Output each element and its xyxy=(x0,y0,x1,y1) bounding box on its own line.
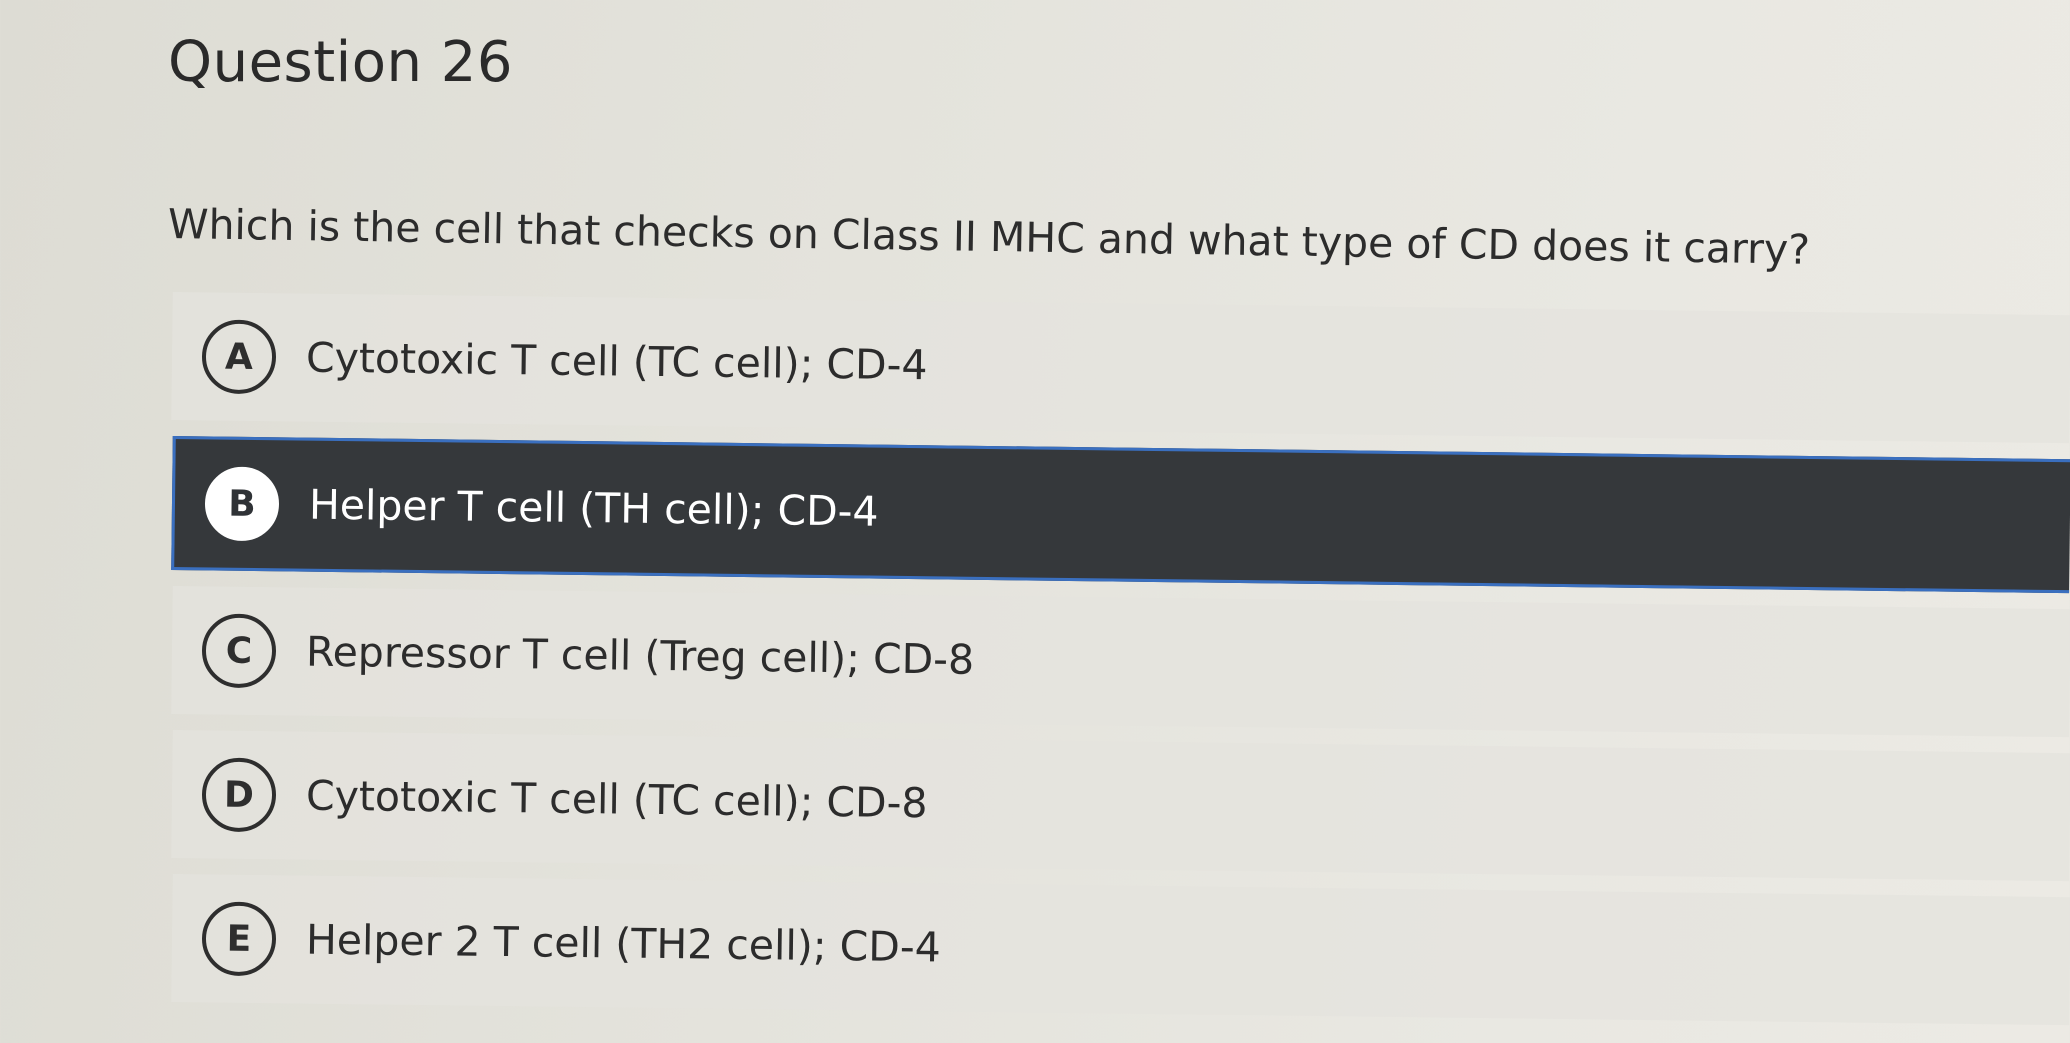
option-letter-badge: C xyxy=(201,613,277,689)
answer-option-c[interactable]: C Repressor T cell (Treg cell); CD-8 xyxy=(171,586,2070,738)
option-label: Cytotoxic T cell (TC cell); CD-4 xyxy=(305,333,928,390)
option-label: Repressor T cell (Treg cell); CD-8 xyxy=(305,627,975,684)
option-letter-badge: A xyxy=(201,319,277,395)
question-prompt: Which is the cell that checks on Class I… xyxy=(167,200,1811,274)
option-label: Helper T cell (TH cell); CD-4 xyxy=(308,480,879,536)
quiz-page: Question 26 Which is the cell that check… xyxy=(0,0,2070,1043)
answer-option-d[interactable]: D Cytotoxic T cell (TC cell); CD-8 xyxy=(171,730,2070,882)
option-letter-badge: D xyxy=(201,757,277,833)
option-label: Cytotoxic T cell (TC cell); CD-8 xyxy=(305,771,928,828)
option-letter-badge: E xyxy=(201,901,277,977)
answer-option-a[interactable]: A Cytotoxic T cell (TC cell); CD-4 xyxy=(171,292,2070,444)
answer-option-e[interactable]: E Helper 2 T cell (TH2 cell); CD-4 xyxy=(171,874,2070,1026)
question-title: Question 26 xyxy=(168,30,514,95)
answer-options: A Cytotoxic T cell (TC cell); CD-4 B Hel… xyxy=(171,292,2070,1026)
answer-option-b[interactable]: B Helper T cell (TH cell); CD-4 xyxy=(171,436,2070,594)
option-letter-badge: B xyxy=(204,466,280,542)
option-label: Helper 2 T cell (TH2 cell); CD-4 xyxy=(305,915,942,972)
